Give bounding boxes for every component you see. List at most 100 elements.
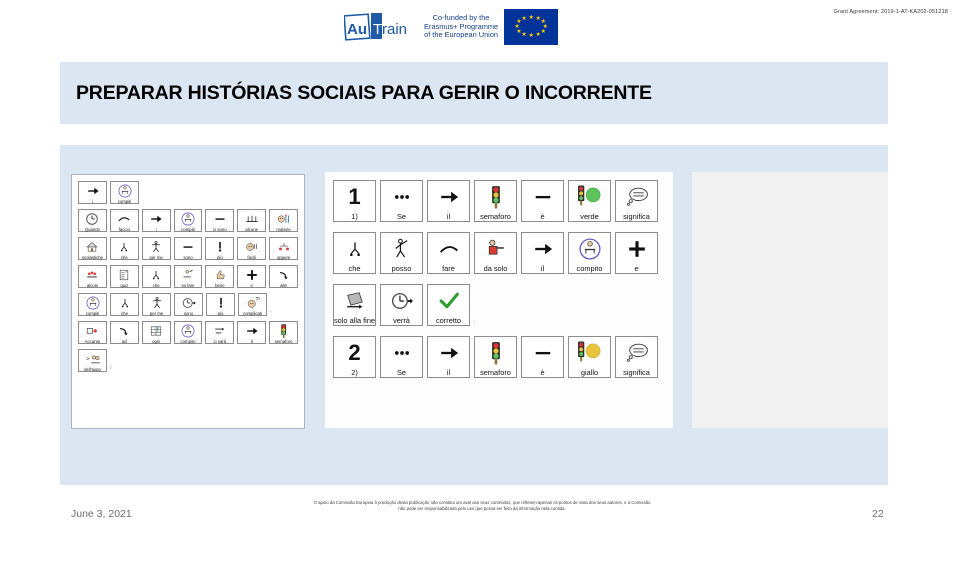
thumbs-up-face-icon	[239, 239, 264, 255]
pictogram-row: Quando faccio i compiti ci sono alcune materie	[78, 209, 299, 232]
pictogram-cell-il[interactable]: il	[427, 180, 470, 222]
pictogram-cell-complicati[interactable]: ?! complicati	[238, 293, 267, 316]
pictogram-caption: faccio	[118, 227, 130, 232]
pictogram-cell-significa[interactable]: significa	[615, 336, 658, 378]
pictogram-cell-fare[interactable]: fare	[427, 232, 470, 274]
svg-text:Au: Au	[347, 21, 367, 38]
pictogram-cell-oppure[interactable]: oppure	[269, 237, 299, 260]
pictogram-caption: i	[155, 227, 157, 232]
pictogram-cell--[interactable]: è	[521, 336, 564, 378]
pictogram-cell-facili[interactable]: facili	[237, 237, 267, 260]
pictogram-cell-se[interactable]: Se	[380, 180, 423, 222]
pictogram-row: scolastiche che per me sono più facili oppure	[78, 237, 299, 260]
pictogram-cell-ci-sar-[interactable]: ci sarà	[205, 321, 235, 344]
pictogram-caption: alcune	[245, 227, 259, 232]
pictogram-cell-il[interactable]: il	[427, 336, 470, 378]
footer-page-number: 22	[872, 508, 884, 520]
pictogram-cell-sono[interactable]: sono	[174, 293, 203, 316]
pictogram-cell-compito[interactable]: compito	[568, 232, 611, 274]
pictogram-cell-se[interactable]: Se	[380, 336, 423, 378]
pictogram-cell-semaforo[interactable]: semaforo	[269, 321, 299, 344]
minus-icon	[523, 338, 562, 368]
pictogram-cell-compiti[interactable]: compiti	[78, 293, 107, 316]
pictogram-cell-materie[interactable]: materie	[269, 209, 299, 232]
pictogram-caption: giallo	[580, 368, 599, 377]
pictogram-cell-che[interactable]: che	[110, 293, 139, 316]
arrow-right-icon	[239, 323, 264, 339]
pictogram-cell-che[interactable]: che	[141, 265, 171, 288]
pictogram-cell-faccio[interactable]: faccio	[109, 209, 139, 232]
pictogram-board-2: 1 1) Se il semaforo è verde significa che posso fa…	[333, 180, 665, 422]
pictogram-cell-corretto[interactable]: corretto	[427, 284, 470, 326]
pictogram-cell-1-[interactable]: 1 1)	[333, 180, 376, 222]
pictogram-cell-che[interactable]: che	[333, 232, 376, 274]
pictogram-caption: Accanto	[84, 339, 101, 344]
traffic-light-icon	[476, 182, 515, 212]
book-closing-icon	[335, 286, 374, 316]
pictogram-cell-i[interactable]: i	[78, 181, 107, 204]
pictogram-caption: Quando	[84, 227, 101, 232]
pictogram-cell-dell-aiuto[interactable]: > dell'aiuto	[78, 349, 107, 372]
pictogram-caption: so fare	[181, 283, 195, 288]
pictogram-cell-pi-[interactable]: più	[205, 237, 235, 260]
image-card-pictogram-board-2[interactable]: 1 1) Se il semaforo è verde significa che posso fa…	[325, 172, 673, 428]
pictogram-cell-e[interactable]: e	[237, 265, 267, 288]
pictogram-cell-significa[interactable]: significa	[615, 180, 658, 222]
pictogram-cell-semaforo[interactable]: semaforo	[474, 336, 517, 378]
pictogram-cell-giallo[interactable]: giallo	[568, 336, 611, 378]
pictogram-cell-verde[interactable]: verde	[568, 180, 611, 222]
pictogram-cell-2-[interactable]: 2 2)	[333, 336, 376, 378]
pictogram-caption: quiz	[120, 283, 129, 288]
pictogram-cell-il[interactable]: il	[237, 321, 267, 344]
slide-root: Grant Agreement: 2019-1-AT-KA202-051218 …	[0, 0, 960, 540]
arc-icon	[112, 211, 137, 227]
pictogram-cell-accanto[interactable]: Accanto	[78, 321, 107, 344]
person-alone-icon	[476, 234, 515, 264]
calendar-grid-icon	[144, 323, 169, 339]
pictogram-cell-per-me[interactable]: per me	[142, 293, 171, 316]
pictogram-cell-compiti[interactable]: compiti	[173, 209, 203, 232]
pictogram-cell--[interactable]: è	[521, 180, 564, 222]
pictogram-cell-i[interactable]: i	[141, 209, 171, 232]
pictogram-cell-da-solo[interactable]: da solo	[474, 232, 517, 274]
pictogram-cell-il[interactable]: il	[521, 232, 564, 274]
ellipsis-icon	[382, 338, 421, 368]
pictogram-cell-scolastiche[interactable]: scolastiche	[78, 237, 107, 260]
balance-icon	[271, 239, 296, 255]
pictogram-cell-ci-sono[interactable]: ci sono	[205, 209, 235, 232]
eu-star-icon: ★	[535, 32, 541, 39]
pictogram-cell-compiti[interactable]: compiti	[110, 181, 139, 204]
pictogram-caption: ogni	[152, 339, 161, 344]
pictogram-cell-quando[interactable]: Quando	[78, 209, 107, 232]
pictogram-caption: il	[540, 264, 545, 273]
eu-star-icon: ★	[521, 32, 527, 39]
pictogram-cell-quiz[interactable]: ? quiz	[109, 265, 139, 288]
cofunded-text: Co-funded by the Erasmus+ Programme of t…	[424, 14, 498, 40]
pictogram-caption: complicati	[242, 311, 263, 316]
pictogram-cell-che[interactable]: che	[109, 237, 139, 260]
pictogram-cell-semaforo[interactable]: semaforo	[474, 180, 517, 222]
desk-study-icon	[80, 295, 105, 311]
image-card-pictogram-board-1[interactable]: i compiti Quando faccio i compiti ci sono alcun…	[71, 174, 305, 429]
pictogram-cell-altri[interactable]: altri	[269, 265, 299, 288]
pictogram-cell-bene[interactable]: bene	[205, 265, 235, 288]
pictogram-caption: che	[152, 283, 160, 288]
pictogram-cell-verr-[interactable]: verrà	[380, 284, 423, 326]
pictogram-cell-compito[interactable]: compito	[173, 321, 203, 344]
pictogram-cell-solo-alla-fine[interactable]: solo alla fine	[333, 284, 376, 326]
minus-icon	[207, 211, 232, 227]
pictogram-cell-sono[interactable]: sono	[173, 237, 203, 260]
pictogram-caption: 1)	[351, 212, 358, 221]
footer-disclaimer: O apoio da Comissão Europeia à produção …	[313, 500, 651, 512]
pictogram-cell-alcuni[interactable]: alcuni	[78, 265, 107, 288]
pictogram-cell-per-me[interactable]: per me	[141, 237, 171, 260]
pictogram-cell-e[interactable]: e	[615, 232, 658, 274]
pictogram-cell-alcune[interactable]: alcune	[237, 209, 267, 232]
pictogram-cell-posso[interactable]: posso	[380, 232, 423, 274]
pictogram-cell-ogni[interactable]: ogni	[141, 321, 171, 344]
pictogram-cell-ad[interactable]: ad	[109, 321, 139, 344]
traffic-light-icon	[476, 338, 515, 368]
pictogram-cell-pi-[interactable]: più	[206, 293, 235, 316]
image-card-book-cover[interactable]: Carol Gray IL NUOVO LIBRO DELLE STORIE S…	[692, 172, 888, 428]
pictogram-cell-so-fare[interactable]: so fare	[173, 265, 203, 288]
